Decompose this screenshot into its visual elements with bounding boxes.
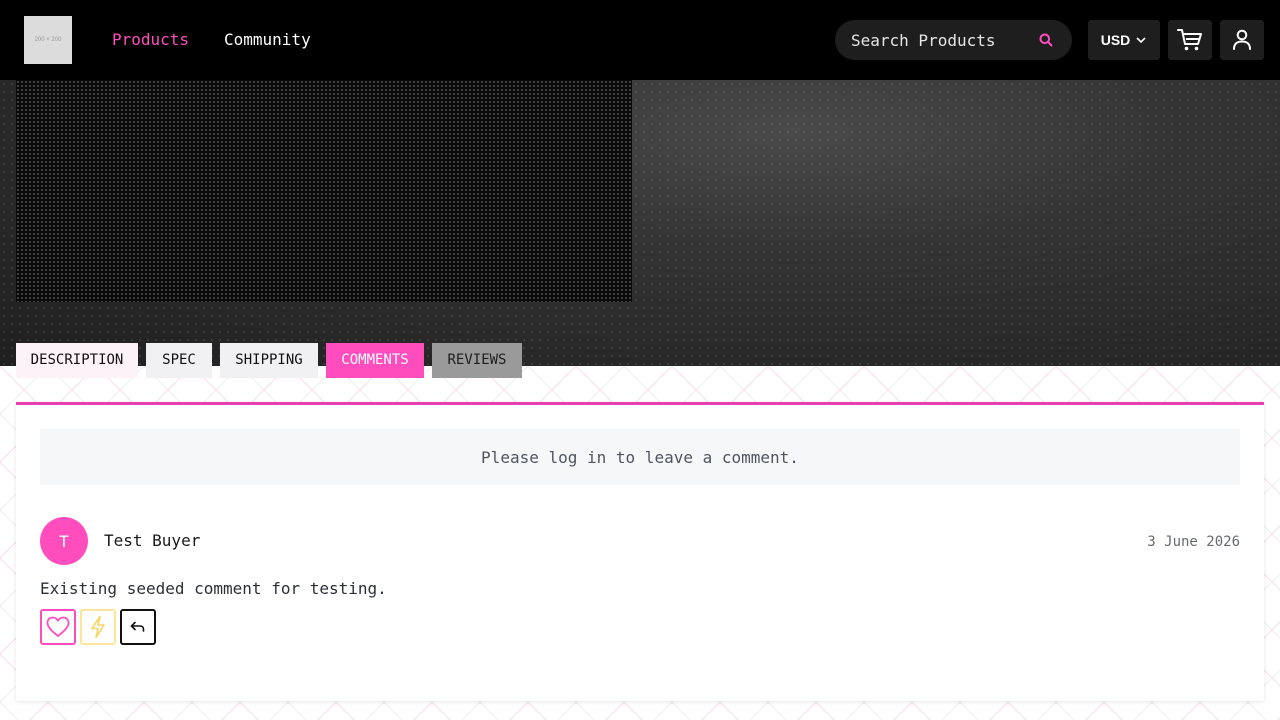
nav-link-community[interactable]: Community [224, 30, 311, 50]
avatar: T [40, 517, 88, 565]
product-image[interactable] [16, 80, 632, 302]
lightning-icon [91, 615, 105, 639]
tab-comments[interactable]: COMMENTS [326, 343, 424, 378]
product-hero [0, 80, 1280, 366]
comment-author: Test Buyer [104, 531, 201, 550]
currency-value: USD [1100, 32, 1131, 48]
chevron-down-icon [1136, 37, 1146, 44]
cart-icon [1177, 29, 1202, 51]
heart-icon [46, 616, 70, 637]
account-button[interactable] [1220, 20, 1264, 60]
nav-link-products[interactable]: Products [112, 30, 189, 50]
currency-selector[interactable]: USD [1088, 20, 1160, 60]
tab-spec[interactable]: SPEC [146, 343, 212, 378]
logo-placeholder-text: 200 × 200 [34, 37, 62, 43]
like-button[interactable] [40, 609, 76, 645]
login-prompt-text[interactable]: Please log in to leave a comment. [481, 448, 799, 467]
reply-button[interactable] [120, 609, 156, 645]
search-bar [835, 20, 1072, 60]
search-icon[interactable] [1038, 32, 1054, 48]
site-logo[interactable]: 200 × 200 [24, 16, 72, 64]
comment-date: 3 June 2026 [1147, 534, 1240, 550]
comments-panel: Please log in to leave a comment. T Test… [16, 402, 1264, 701]
user-icon [1233, 29, 1251, 50]
tab-reviews[interactable]: REVIEWS [432, 343, 522, 378]
comment-text: Existing seeded comment for testing. [40, 579, 387, 598]
cart-button[interactable] [1168, 20, 1212, 60]
login-prompt: Please log in to leave a comment. [40, 429, 1240, 485]
search-input[interactable] [835, 20, 1025, 60]
boost-button[interactable] [80, 609, 116, 645]
tab-description[interactable]: DESCRIPTION [16, 343, 138, 378]
site-header: 200 × 200 Products Community USD [0, 0, 1280, 80]
reply-icon [130, 621, 145, 632]
tab-shipping[interactable]: SHIPPING [220, 343, 318, 378]
avatar-initial: T [59, 531, 69, 551]
